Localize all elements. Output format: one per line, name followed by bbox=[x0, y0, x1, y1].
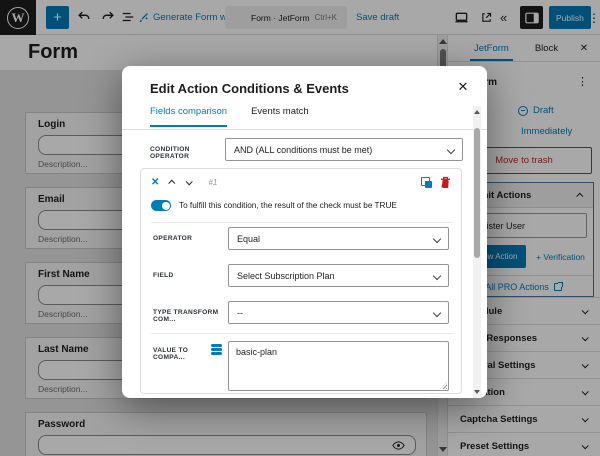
condition-result-toggle[interactable] bbox=[151, 200, 171, 211]
tab-events-match[interactable]: Events match bbox=[251, 106, 309, 127]
value-to-compare-textarea[interactable]: basic-plan bbox=[228, 341, 449, 391]
move-up-button[interactable] bbox=[168, 179, 176, 187]
tabs-divider bbox=[122, 129, 487, 130]
tab-fields-comparison[interactable]: Fields comparison bbox=[150, 106, 228, 127]
modal-scrollbar-thumb[interactable] bbox=[474, 128, 480, 258]
duplicate-condition-icon[interactable] bbox=[421, 177, 432, 188]
app-window: W + Generate Form with AI Form · JetForm… bbox=[0, 0, 600, 456]
macros-database-icon[interactable] bbox=[211, 344, 222, 356]
operator-value: Equal bbox=[237, 233, 261, 244]
condition-index: #1 bbox=[208, 178, 218, 187]
move-down-button[interactable] bbox=[186, 178, 194, 186]
condition-operator-select[interactable]: AND (ALL conditions must be met) bbox=[225, 138, 463, 161]
field-label: FIELD bbox=[153, 272, 174, 279]
operator-select[interactable]: Equal bbox=[228, 227, 449, 250]
divider bbox=[151, 333, 453, 334]
modal-scrollbar[interactable] bbox=[473, 106, 481, 398]
value-to-compare-label: VALUE TO COMPA... bbox=[153, 347, 189, 361]
scroll-up-arrow[interactable] bbox=[474, 110, 480, 114]
modal-close-button[interactable]: ✕ bbox=[455, 79, 471, 95]
condition-card: ✕ #1 To fulfill this condition, the resu… bbox=[140, 168, 462, 394]
divider bbox=[151, 222, 453, 223]
close-icon: ✕ bbox=[457, 79, 469, 94]
operator-label: OPERATOR bbox=[153, 235, 193, 242]
field-value: Select Subscription Plan bbox=[237, 270, 335, 281]
field-select[interactable]: Select Subscription Plan bbox=[228, 264, 449, 287]
condition-operator-label: CONDITION OPERATOR bbox=[150, 146, 190, 160]
remove-condition-button[interactable]: ✕ bbox=[151, 177, 159, 188]
toggle-label: To fulfill this condition, the result of… bbox=[179, 201, 397, 210]
type-transform-label: TYPE TRANSFORM COM... bbox=[153, 309, 219, 323]
modal-tabs: Fields comparison Events match bbox=[150, 106, 309, 127]
delete-condition-icon[interactable] bbox=[440, 176, 451, 189]
scroll-down-arrow[interactable] bbox=[474, 390, 480, 394]
condition-card-header: ✕ #1 bbox=[151, 177, 217, 188]
modal-title: Edit Action Conditions & Events bbox=[150, 81, 349, 96]
type-transform-value: -- bbox=[237, 307, 243, 318]
condition-operator-value: AND (ALL conditions must be met) bbox=[234, 144, 373, 155]
type-transform-select[interactable]: -- bbox=[228, 301, 449, 324]
edit-action-conditions-modal: Edit Action Conditions & Events ✕ Fields… bbox=[122, 66, 487, 398]
